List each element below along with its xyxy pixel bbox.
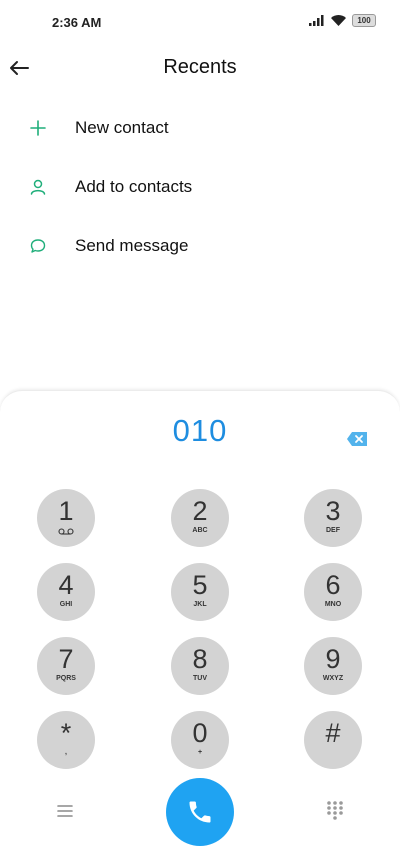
new-contact-item[interactable]: New contact <box>0 98 400 157</box>
key-letters: DEF <box>326 527 340 534</box>
backspace-icon[interactable] <box>346 431 368 447</box>
key-letters: ABC <box>192 527 208 534</box>
key-letters: PQRS <box>56 675 76 682</box>
key-digit: 4 <box>58 570 74 600</box>
call-button[interactable] <box>166 778 234 846</box>
key-0[interactable]: 0 + <box>171 711 229 769</box>
key-digit: 1 <box>58 496 74 526</box>
menu-icon[interactable] <box>55 802 75 820</box>
send-message-label: Send message <box>75 235 189 255</box>
action-list: New contact Add to contacts Send message <box>0 98 400 275</box>
key-letters: , <box>65 749 67 756</box>
bottom-bar <box>0 778 400 866</box>
key-2[interactable]: 2 ABC <box>171 489 229 547</box>
status-icons: 100 <box>309 14 376 27</box>
signal-icon <box>309 15 324 26</box>
add-to-contacts-item[interactable]: Add to contacts <box>0 157 400 216</box>
new-contact-label: New contact <box>75 117 169 137</box>
battery-icon: 100 <box>352 14 376 27</box>
page-title: Recents <box>163 56 237 78</box>
key-digit: 7 <box>58 644 74 674</box>
add-to-contacts-label: Add to contacts <box>75 176 193 196</box>
dialpad-icon[interactable] <box>326 800 344 820</box>
key-digit: 8 <box>192 644 208 674</box>
key-digit: 0 <box>192 718 208 748</box>
key-letters: WXYZ <box>322 675 344 682</box>
status-time: 2:36 AM <box>52 15 102 30</box>
key-5[interactable]: 5 JKL <box>171 563 229 621</box>
key-digit: 3 <box>325 496 341 526</box>
key-7[interactable]: 7 PQRS <box>37 637 95 695</box>
plus-icon <box>28 118 48 138</box>
phone-icon <box>189 801 211 823</box>
dialed-number[interactable]: 010 <box>0 413 400 449</box>
key-1[interactable]: 1 <box>37 489 95 547</box>
message-bubble-icon <box>28 236 48 256</box>
key-hash[interactable]: # <box>304 711 362 769</box>
key-letters: TUV <box>193 675 207 682</box>
key-letters: + <box>197 749 203 756</box>
key-digit: 2 <box>192 496 208 526</box>
key-letters: MNO <box>324 601 342 608</box>
key-letters: JKL <box>193 601 207 608</box>
key-star[interactable]: * , <box>37 711 95 769</box>
header: Recents <box>0 48 400 88</box>
key-digit: 5 <box>192 570 208 600</box>
wifi-icon <box>331 15 346 26</box>
person-icon <box>28 177 48 197</box>
key-6[interactable]: 6 MNO <box>304 563 362 621</box>
key-letters: GHI <box>59 601 73 608</box>
status-bar: 2:36 AM 100 <box>0 0 400 44</box>
key-8[interactable]: 8 TUV <box>171 637 229 695</box>
voicemail-icon <box>58 528 74 535</box>
key-digit: # <box>325 718 341 748</box>
key-digit: 6 <box>325 570 341 600</box>
key-9[interactable]: 9 WXYZ <box>304 637 362 695</box>
key-4[interactable]: 4 GHI <box>37 563 95 621</box>
key-digit: * <box>60 718 72 748</box>
send-message-item[interactable]: Send message <box>0 216 400 275</box>
key-3[interactable]: 3 DEF <box>304 489 362 547</box>
key-digit: 9 <box>325 644 341 674</box>
